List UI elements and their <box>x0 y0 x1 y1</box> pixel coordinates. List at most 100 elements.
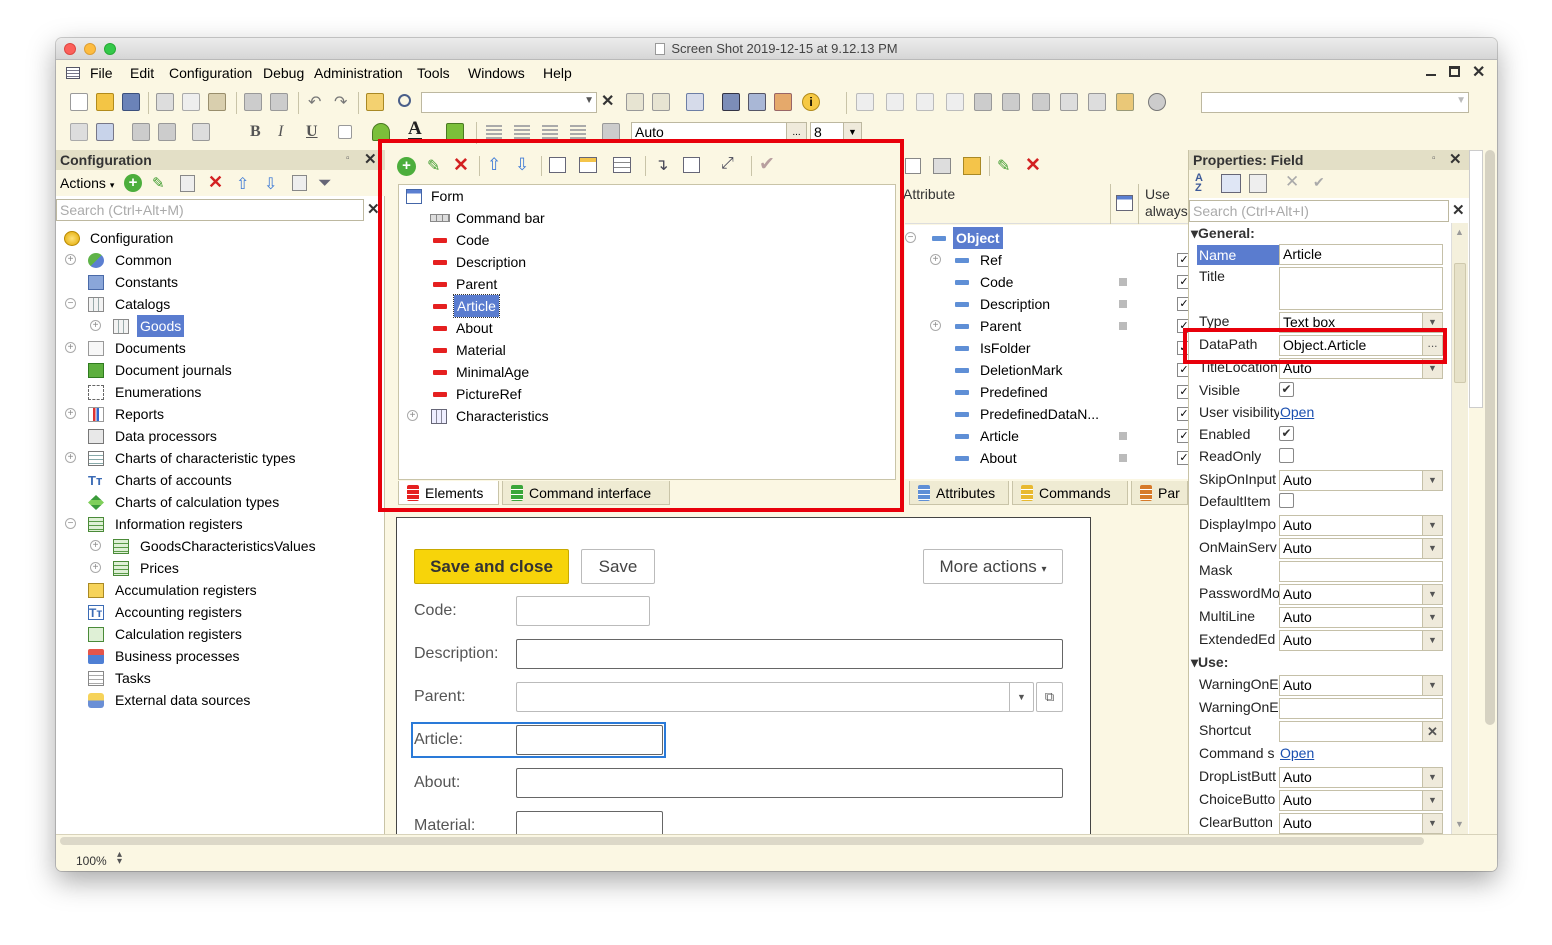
copy-item-icon[interactable] <box>180 175 195 192</box>
scroll-thumb[interactable] <box>1454 263 1466 383</box>
add-icon[interactable]: + <box>124 174 142 192</box>
tree-item[interactable]: + Ref ✓ <box>905 249 1188 271</box>
prop-enabled-checkbox[interactable]: ✔ <box>1279 426 1294 441</box>
menu-configuration[interactable]: Configuration <box>169 65 252 81</box>
prop-user-visibility-link[interactable]: Open <box>1280 404 1314 420</box>
clear-icon[interactable]: ✕ <box>1422 722 1442 741</box>
window-list-icon[interactable] <box>1032 93 1050 111</box>
menu-edit[interactable]: Edit <box>130 65 154 81</box>
syntax-icon[interactable] <box>774 93 792 111</box>
edit-icon[interactable]: ✎ <box>997 156 1010 176</box>
collapse-icon[interactable]: − <box>905 232 916 243</box>
table-icon[interactable] <box>96 123 114 141</box>
properties-scrollbar[interactable]: ▲ ▼ <box>1451 223 1468 834</box>
prop-title-input[interactable] <box>1279 267 1443 310</box>
apply-icon[interactable]: ✔ <box>1313 174 1325 191</box>
delete-icon[interactable]: ✕ <box>453 154 469 177</box>
breakpoint-icon[interactable] <box>748 93 766 111</box>
always-column-header[interactable]: always <box>1145 203 1188 219</box>
zoom-window-button[interactable] <box>104 43 116 55</box>
clock-icon[interactable] <box>1148 93 1166 111</box>
expand-icon[interactable]: + <box>90 540 101 551</box>
menu-help[interactable]: Help <box>543 65 572 81</box>
print-preview-icon[interactable] <box>270 93 288 111</box>
clear-icon[interactable]: ✕ <box>1285 172 1299 192</box>
step-over-icon[interactable] <box>886 93 904 111</box>
chevron-down-icon[interactable]: ▼ <box>1422 516 1442 535</box>
app-menu-icon[interactable] <box>66 67 80 79</box>
restore-icon[interactable] <box>1449 66 1460 77</box>
prop-warningonedit-input[interactable] <box>1279 698 1443 719</box>
align-left-icon[interactable] <box>486 125 502 139</box>
config-search-input[interactable]: Search (Ctrl+Alt+M) <box>56 199 364 221</box>
tree-item[interactable]: Predefined ✓ <box>905 381 1188 403</box>
tree-item[interactable]: + Parent ✓ <box>905 315 1188 337</box>
search-icon[interactable] <box>398 94 411 107</box>
prop-droplistbutton-select[interactable]: Auto ▼ <box>1279 767 1443 788</box>
chevron-down-icon[interactable]: ▼ <box>584 95 594 106</box>
chevron-down-icon[interactable]: ▼ <box>843 123 861 142</box>
tree-item[interactable]: Code ✓ <box>905 271 1188 293</box>
font-size-select[interactable]: 8 ▼ <box>810 122 862 143</box>
save-icon[interactable] <box>122 93 140 111</box>
tree-item[interactable]: PredefinedDataN... ✓ <box>905 403 1188 425</box>
bold-icon[interactable]: B <box>250 123 261 141</box>
step-out-icon[interactable] <box>916 93 934 111</box>
step-into-icon[interactable] <box>856 93 874 111</box>
prop-passwordmode-select[interactable]: Auto ▼ <box>1279 584 1443 605</box>
use-always-checkbox[interactable]: ✓ <box>1177 319 1188 333</box>
code-field[interactable] <box>516 596 650 626</box>
zoom-stepper-icon[interactable]: ▴ ▾ <box>117 850 122 867</box>
settings-icon[interactable] <box>1116 93 1134 111</box>
list-icon[interactable] <box>292 175 307 191</box>
minimize-icon[interactable] <box>1426 74 1436 76</box>
tab-attributes[interactable]: Attributes <box>909 481 1009 505</box>
menu-file[interactable]: File <box>90 65 113 81</box>
pin-icon[interactable]: ▫ <box>1432 153 1436 164</box>
sort-icon[interactable]: AZ <box>1195 173 1203 194</box>
highlight-icon[interactable] <box>446 123 464 141</box>
prop-onmainserver-select[interactable]: Auto ▼ <box>1279 538 1443 559</box>
filter-icon[interactable] <box>1249 174 1267 193</box>
print-icon[interactable] <box>244 93 262 111</box>
font-name-select[interactable]: Auto ... <box>631 122 807 143</box>
more-icon[interactable]: ... <box>1422 336 1442 355</box>
tree-item[interactable]: IsFolder ✓ <box>905 337 1188 359</box>
layout-icon[interactable] <box>579 157 597 173</box>
panel2-icon[interactable] <box>1088 93 1106 111</box>
clear-search-icon[interactable]: ✕ <box>1452 201 1465 219</box>
group-icon[interactable] <box>613 157 631 173</box>
tab-commands[interactable]: Commands <box>1012 481 1128 505</box>
description-field[interactable] <box>516 639 1063 669</box>
prop-choicebutton-select[interactable]: Auto ▼ <box>1279 790 1443 811</box>
horizontal-scrollbar[interactable] <box>60 837 1424 845</box>
expand-icon[interactable]: + <box>65 254 76 265</box>
use-always-checkbox[interactable]: ✓ <box>1177 451 1188 465</box>
edit-icon[interactable]: ✎ <box>427 156 440 176</box>
close-icon[interactable]: ✕ <box>1472 62 1485 82</box>
actions-menu[interactable]: Actions ▾ <box>60 175 114 191</box>
add-icon[interactable]: + <box>397 157 416 176</box>
expand-icon[interactable]: + <box>930 320 941 331</box>
run-to-cursor-icon[interactable] <box>946 93 964 111</box>
delete-icon[interactable]: ✕ <box>1025 154 1041 177</box>
more-actions-button[interactable]: More actions ▾ <box>923 549 1063 584</box>
minimize-window-button[interactable] <box>84 43 96 55</box>
more-icon[interactable]: ... <box>786 123 806 142</box>
move-up-icon[interactable]: ⇧ <box>236 174 249 194</box>
font-color-icon[interactable]: A <box>408 119 422 141</box>
paste-icon[interactable] <box>208 93 226 111</box>
scroll-down-icon[interactable]: ▼ <box>1455 819 1464 829</box>
save-and-close-button[interactable]: Save and close <box>414 549 569 584</box>
chevron-down-icon[interactable]: ▼ <box>1422 768 1442 787</box>
panel-icon[interactable] <box>1060 93 1078 111</box>
underline-icon[interactable]: U <box>306 123 318 141</box>
cut-icon[interactable] <box>156 93 174 111</box>
find-next-icon[interactable] <box>626 93 644 111</box>
table-icon[interactable] <box>933 158 951 174</box>
tree-item[interactable]: About ✓ <box>905 447 1188 469</box>
checkmark-icon[interactable]: ✔ <box>759 153 775 176</box>
menu-debug[interactable]: Debug <box>263 65 304 81</box>
copy-icon[interactable] <box>182 93 200 111</box>
expand-icon[interactable]: + <box>407 410 418 421</box>
